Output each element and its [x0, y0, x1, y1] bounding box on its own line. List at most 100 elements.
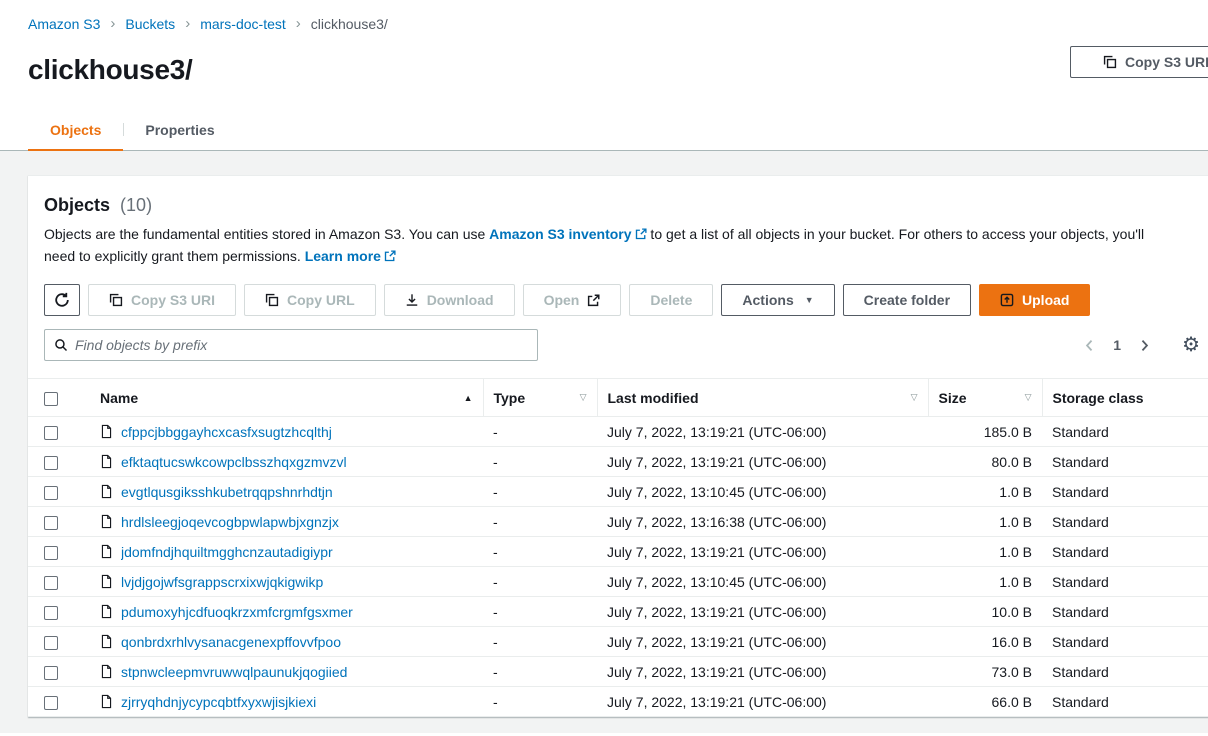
object-name-link[interactable]: cfppcjbbggayhcxcasfxsugtzhcqlthj — [121, 424, 332, 440]
refresh-button[interactable] — [44, 284, 80, 316]
row-checkbox[interactable] — [44, 696, 58, 710]
row-checkbox-cell — [28, 417, 90, 447]
table-row: pdumoxyhjcdfuoqkrzxmfcrgmfgsxmer - July … — [28, 597, 1208, 627]
object-storage-class: Standard — [1042, 477, 1208, 507]
copy-s3-uri-button[interactable]: Copy S3 URI — [88, 284, 236, 316]
column-header-storage-class[interactable]: Storage class▽ — [1042, 379, 1208, 417]
current-page[interactable]: 1 — [1113, 337, 1121, 353]
table-row: hrdlsleegjoqevcogbpwlapwbjxgnzjx - July … — [28, 507, 1208, 537]
next-page-button[interactable] — [1136, 337, 1153, 354]
object-name-link[interactable]: hrdlsleegjoqevcogbpwlapwbjxgnzjx — [121, 514, 339, 530]
row-checkbox[interactable] — [44, 636, 58, 650]
object-storage-class: Standard — [1042, 417, 1208, 447]
object-size: 1.0 B — [928, 507, 1042, 537]
object-name-link[interactable]: qonbrdxrhlvysanacgenexpffovvfpoo — [121, 634, 341, 650]
table-row: jdomfndjhquiltmgghcnzautadigiypr - July … — [28, 537, 1208, 567]
table-row: stpnwcleepmvruwwqlpaunukjqogiied - July … — [28, 657, 1208, 687]
object-type: - — [483, 687, 597, 717]
open-button[interactable]: Open — [523, 284, 622, 316]
object-name-link[interactable]: jdomfndjhquiltmgghcnzautadigiypr — [121, 544, 333, 560]
object-storage-class: Standard — [1042, 657, 1208, 687]
object-size: 1.0 B — [928, 567, 1042, 597]
breadcrumb-separator-icon: › — [110, 15, 115, 33]
object-name-link[interactable]: pdumoxyhjcdfuoqkrzxmfcrgmfgsxmer — [121, 604, 353, 620]
file-icon — [100, 484, 113, 499]
delete-button[interactable]: Delete — [629, 284, 713, 316]
breadcrumb-bucket-name[interactable]: mars-doc-test — [200, 14, 286, 34]
object-name-cell: cfppcjbbggayhcxcasfxsugtzhcqlthj — [90, 417, 483, 447]
breadcrumb-amazon-s3[interactable]: Amazon S3 — [28, 14, 100, 34]
search-input[interactable] — [75, 337, 528, 353]
delete-label: Delete — [650, 293, 692, 307]
object-name-link[interactable]: zjrryqhdnjycypcqbtfxyxwjisjkiexi — [121, 694, 316, 710]
object-type: - — [483, 627, 597, 657]
row-checkbox[interactable] — [44, 516, 58, 530]
sort-ascending-icon: ▲ — [464, 393, 473, 403]
object-name-link[interactable]: evgtlqusgiksshkubetrqqpshnrhdtjn — [121, 484, 333, 500]
copy-s3-uri-header-button[interactable]: Copy S3 URI — [1070, 46, 1208, 78]
object-type: - — [483, 477, 597, 507]
search-row: 1 ⚙ — [44, 329, 1200, 361]
objects-heading-title: Objects — [44, 195, 110, 215]
column-label-type: Type — [494, 390, 526, 406]
create-folder-button[interactable]: Create folder — [843, 284, 971, 316]
object-name-cell: qonbrdxrhlvysanacgenexpffovvfpoo — [90, 627, 483, 657]
breadcrumb: Amazon S3 › Buckets › mars-doc-test › cl… — [28, 14, 1208, 34]
tab-properties[interactable]: Properties — [123, 112, 236, 151]
preferences-gear-icon[interactable]: ⚙ — [1182, 335, 1200, 355]
row-checkbox[interactable] — [44, 666, 58, 680]
object-type: - — [483, 597, 597, 627]
select-all-checkbox[interactable] — [44, 392, 58, 406]
copy-icon — [109, 293, 123, 307]
row-checkbox[interactable] — [44, 546, 58, 560]
column-header-last-modified[interactable]: Last modified▽ — [597, 379, 928, 417]
row-checkbox[interactable] — [44, 606, 58, 620]
row-checkbox[interactable] — [44, 576, 58, 590]
copy-icon — [1103, 55, 1117, 69]
amazon-s3-inventory-link[interactable]: Amazon S3 inventory — [489, 226, 646, 242]
object-name-link[interactable]: stpnwcleepmvruwwqlpaunukjqogiied — [121, 664, 347, 680]
tab-objects[interactable]: Objects — [28, 112, 123, 151]
actions-label: Actions — [742, 293, 793, 307]
column-header-type[interactable]: Type▽ — [483, 379, 597, 417]
open-label: Open — [544, 293, 580, 307]
object-size: 185.0 B — [928, 417, 1042, 447]
object-name-cell: hrdlsleegjoqevcogbpwlapwbjxgnzjx — [90, 507, 483, 537]
upload-button[interactable]: Upload — [979, 284, 1090, 316]
file-icon — [100, 694, 113, 709]
copy-url-button[interactable]: Copy URL — [244, 284, 376, 316]
row-checkbox[interactable] — [44, 426, 58, 440]
search-icon — [54, 338, 68, 352]
object-last-modified: July 7, 2022, 13:16:38 (UTC-06:00) — [597, 507, 928, 537]
breadcrumb-buckets[interactable]: Buckets — [125, 14, 175, 34]
column-label-name: Name — [100, 390, 138, 406]
object-type: - — [483, 417, 597, 447]
download-button[interactable]: Download — [384, 284, 515, 316]
row-checkbox[interactable] — [44, 486, 58, 500]
breadcrumb-separator-icon: › — [185, 15, 190, 33]
object-storage-class: Standard — [1042, 507, 1208, 537]
file-icon — [100, 544, 113, 559]
create-folder-label: Create folder — [864, 293, 950, 307]
learn-more-link[interactable]: Learn more — [305, 248, 396, 264]
object-storage-class: Standard — [1042, 447, 1208, 477]
object-name-link[interactable]: lvjdjgojwfsgrappscrxixwjqkigwikp — [121, 574, 323, 590]
breadcrumb-separator-icon: › — [296, 15, 301, 33]
objects-table: Name ▲ Type▽ Last modified▽ Size▽ Storage… — [28, 378, 1208, 717]
copy-s3-uri-label: Copy S3 URI — [131, 293, 215, 307]
actions-dropdown-button[interactable]: Actions ▼ — [721, 284, 834, 316]
column-header-name[interactable]: Name ▲ — [90, 379, 483, 417]
column-label-storage-class: Storage class — [1053, 390, 1144, 406]
object-size: 1.0 B — [928, 477, 1042, 507]
download-icon — [405, 293, 419, 307]
object-type: - — [483, 447, 597, 477]
row-checkbox-cell — [28, 627, 90, 657]
object-name-cell: jdomfndjhquiltmgghcnzautadigiypr — [90, 537, 483, 567]
external-link-icon — [587, 294, 600, 307]
object-size: 16.0 B — [928, 627, 1042, 657]
column-header-size[interactable]: Size▽ — [928, 379, 1042, 417]
object-size: 73.0 B — [928, 657, 1042, 687]
row-checkbox[interactable] — [44, 456, 58, 470]
previous-page-button[interactable] — [1081, 337, 1098, 354]
object-name-link[interactable]: efktaqtucswkcowpclbsszhqxgzmvzvl — [121, 454, 347, 470]
